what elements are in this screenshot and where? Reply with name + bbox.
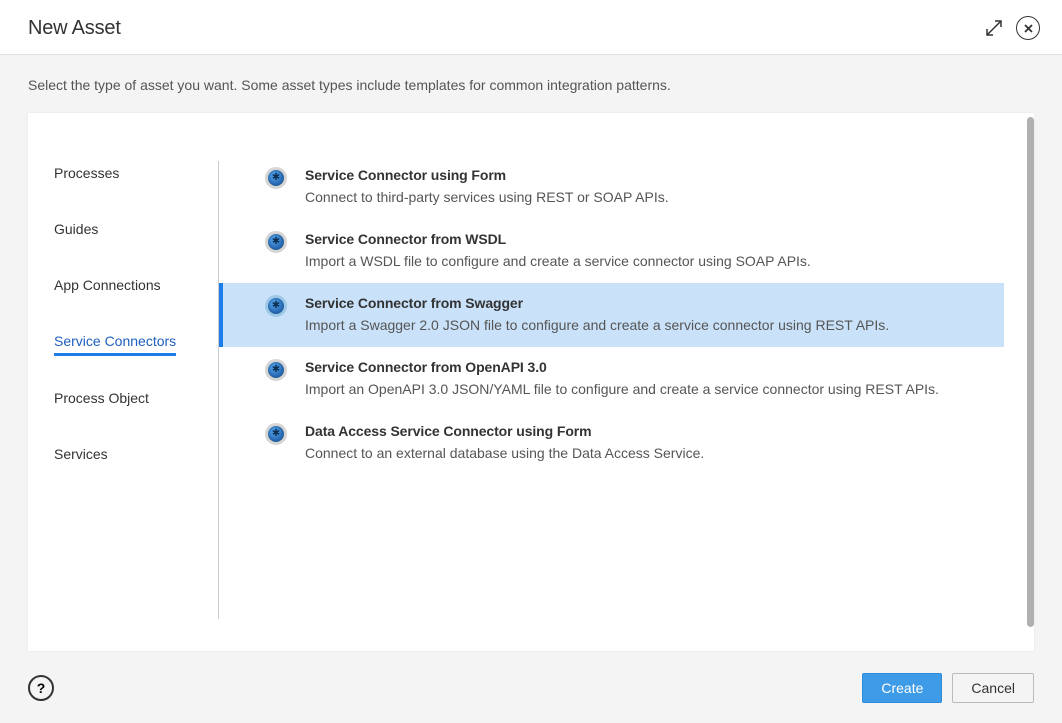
dialog-footer: ? Create Cancel [0,651,1062,723]
option-title: Service Connector from WSDL [305,231,811,247]
option-service-connector-swagger[interactable]: Service Connector from Swagger Import a … [219,283,1004,347]
sidebar-item-services[interactable]: Services [54,442,108,468]
sidebar-item-service-connectors[interactable]: Service Connectors [54,329,176,356]
content-box: Processes Guides App Connections Service… [28,113,1034,651]
option-desc: Import a Swagger 2.0 JSON file to config… [305,317,889,333]
connector-icon [265,167,287,189]
option-service-connector-wsdl[interactable]: Service Connector from WSDL Import a WSD… [219,219,1004,283]
option-data-access-connector[interactable]: Data Access Service Connector using Form… [219,411,1004,475]
sidebar-item-app-connections[interactable]: App Connections [54,273,161,299]
connector-icon [265,295,287,317]
sidebar-item-guides[interactable]: Guides [54,217,98,243]
option-title: Data Access Service Connector using Form [305,423,704,439]
options-list: Service Connector using Form Connect to … [219,113,1034,651]
option-desc: Import a WSDL file to configure and crea… [305,253,811,269]
scrollbar-thumb[interactable] [1027,117,1034,627]
option-desc: Connect to third-party services using RE… [305,189,669,205]
header-actions [982,16,1040,40]
sidebar-item-process-object[interactable]: Process Object [54,386,149,412]
dialog-header: New Asset [0,0,1062,55]
option-text: Service Connector using Form Connect to … [305,167,669,205]
option-title: Service Connector using Form [305,167,669,183]
option-service-connector-openapi[interactable]: Service Connector from OpenAPI 3.0 Impor… [219,347,1004,411]
create-button[interactable]: Create [862,673,942,703]
expand-icon[interactable] [982,16,1006,40]
sidebar-item-processes[interactable]: Processes [54,161,119,187]
option-service-connector-form[interactable]: Service Connector using Form Connect to … [219,155,1004,219]
scrollbar-track[interactable] [1026,113,1034,651]
option-title: Service Connector from OpenAPI 3.0 [305,359,939,375]
connector-icon [265,423,287,445]
content-wrap: Processes Guides App Connections Service… [0,113,1062,651]
cancel-button[interactable]: Cancel [952,673,1034,703]
connector-icon [265,231,287,253]
dialog-subtitle: Select the type of asset you want. Some … [0,55,1062,113]
footer-buttons: Create Cancel [862,673,1034,703]
option-text: Service Connector from WSDL Import a WSD… [305,231,811,269]
option-text: Service Connector from Swagger Import a … [305,295,889,333]
option-text: Data Access Service Connector using Form… [305,423,704,461]
close-icon[interactable] [1016,16,1040,40]
help-icon[interactable]: ? [28,675,54,701]
connector-icon [265,359,287,381]
option-title: Service Connector from Swagger [305,295,889,311]
sidebar: Processes Guides App Connections Service… [28,113,218,651]
option-desc: Import an OpenAPI 3.0 JSON/YAML file to … [305,381,939,397]
option-text: Service Connector from OpenAPI 3.0 Impor… [305,359,939,397]
option-desc: Connect to an external database using th… [305,445,704,461]
dialog-title: New Asset [28,17,121,40]
